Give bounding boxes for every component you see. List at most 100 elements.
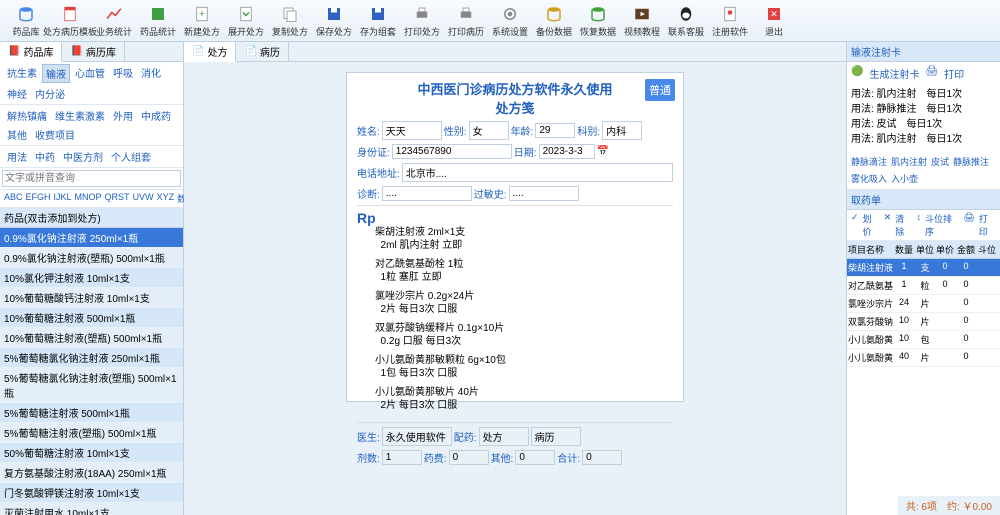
injection-type-link[interactable]: 雾化吸入 — [851, 172, 887, 185]
injection-type-link[interactable]: 入小壶 — [891, 172, 918, 185]
diag-field[interactable]: .... — [382, 186, 472, 201]
toolbar-save-button[interactable]: 保存处方 — [312, 2, 356, 39]
category-link[interactable]: 维生素激素 — [52, 107, 108, 124]
toolbar-doc-button[interactable]: 处方病历模板 — [48, 2, 92, 39]
left-tab[interactable]: 📕病历库 — [62, 42, 124, 61]
disp-field[interactable]: 处方 — [479, 427, 529, 446]
toolbar-qq-button[interactable]: 联系客服 — [664, 2, 708, 39]
category-link[interactable]: 解热镇痛 — [4, 107, 50, 124]
oth-field[interactable]: 0 — [515, 450, 555, 465]
table-col-header[interactable]: 金额 — [955, 241, 977, 258]
table-row[interactable]: 氯唑沙宗片24片0 — [847, 295, 1000, 313]
drug-list[interactable]: 0.9%氯化钠注射液 250ml×1瓶0.9%氯化钠注射液(塑瓶) 500ml×… — [0, 228, 183, 515]
disp-action[interactable]: 清除 — [895, 212, 912, 238]
rx-drug-item[interactable]: 对乙酰氨基酚栓 1粒 1粒 塞肛 立即 — [375, 258, 673, 284]
rx-type-badge[interactable]: 普通 — [645, 79, 675, 101]
alpha-filter[interactable]: XYZ — [157, 192, 175, 205]
category-link[interactable]: 个人组套 — [108, 148, 154, 165]
alpha-filter[interactable]: IJKL — [54, 192, 72, 205]
category-link[interactable]: 用法 — [4, 148, 30, 165]
drug-item[interactable]: 0.9%氯化钠注射液 250ml×1瓶 — [0, 228, 183, 248]
toolbar-video-button[interactable]: 视频教程 — [620, 2, 664, 39]
category-link[interactable]: 中成药 — [138, 107, 174, 124]
disp-action[interactable]: 斗位排序 — [925, 212, 959, 238]
left-tab[interactable]: 📕药品库 — [0, 42, 62, 62]
category-link[interactable]: 呼吸 — [110, 64, 136, 83]
injection-type-link[interactable]: 肌内注射 — [891, 155, 927, 168]
doctor-field[interactable]: 永久使用软件 — [382, 427, 452, 446]
rx-drug-item[interactable]: 小儿氨酚黄那敏片 40片 2片 每日3次 口服 — [375, 386, 673, 412]
drug-item[interactable]: 门冬氨酸钾镁注射液 10ml×1支 — [0, 483, 183, 503]
category-link[interactable]: 内分泌 — [32, 85, 68, 102]
name-field[interactable]: 天天 — [382, 121, 442, 140]
toolbar-reg-button[interactable]: 注册软件 — [708, 2, 752, 39]
age-field[interactable]: 29 — [535, 123, 575, 138]
toolbar-exit-button[interactable]: ✕ 退出 — [752, 2, 796, 39]
allergy-field[interactable]: .... — [509, 186, 579, 201]
print-card-link[interactable]: 打印 — [944, 66, 964, 81]
ji-field[interactable]: 1 — [382, 450, 422, 465]
injection-type-link[interactable]: 静脉推注 — [953, 155, 989, 168]
injection-type-link[interactable]: 静脉滴注 — [851, 155, 887, 168]
category-link[interactable]: 消化 — [138, 64, 164, 83]
table-row[interactable]: 小儿氨酚黄…40片0 — [847, 349, 1000, 367]
category-link[interactable]: 神经 — [4, 85, 30, 102]
toolbar-db-button[interactable]: 药品库 — [4, 2, 48, 39]
table-row[interactable]: 小儿氨酚黄…10包0 — [847, 331, 1000, 349]
center-tab[interactable]: 📄病历 — [236, 42, 288, 61]
drug-item[interactable]: 复方氨基酸注射液(18AA) 250ml×1瓶 — [0, 463, 183, 483]
calendar-icon[interactable]: 📅 — [597, 146, 609, 157]
disp-action[interactable]: 打印 — [979, 212, 996, 238]
drug-item[interactable]: 10%葡萄糖注射液 500ml×1瓶 — [0, 308, 183, 328]
injection-type-link[interactable]: 皮试 — [931, 155, 949, 168]
category-link[interactable]: 中医方剂 — [60, 148, 106, 165]
toolbar-print-button[interactable]: 打印处方 — [400, 2, 444, 39]
toolbar-printh-button[interactable]: 打印病历 — [444, 2, 488, 39]
drug-item[interactable]: 10%氯化钾注射液 10ml×1支 — [0, 268, 183, 288]
toolbar-backup-button[interactable]: 备份数据 — [532, 2, 576, 39]
sex-field[interactable]: 女 — [469, 121, 509, 140]
toolbar-new-button[interactable]: + 新建处方 — [180, 2, 224, 39]
toolbar-gear-button[interactable]: 系统设置 — [488, 2, 532, 39]
drug-item[interactable]: 5%葡萄糖氯化钠注射液 250ml×1瓶 — [0, 348, 183, 368]
center-tab[interactable]: 📄处方 — [184, 42, 236, 62]
tel-field[interactable]: 北京市.... — [402, 163, 673, 182]
disp-action[interactable]: 划价 — [863, 212, 880, 238]
drug-item[interactable]: 5%葡萄糖注射液(塑瓶) 500ml×1瓶 — [0, 423, 183, 443]
drug-item[interactable]: 0.9%氯化钠注射液(塑瓶) 500ml×1瓶 — [0, 248, 183, 268]
category-link[interactable]: 外用 — [110, 107, 136, 124]
toolbar-restore-button[interactable]: 恢复数据 — [576, 2, 620, 39]
drug-item[interactable]: 5%葡萄糖注射液 500ml×1瓶 — [0, 403, 183, 423]
rx-drug-item[interactable]: 小儿氨酚黄那敏颗粒 6g×10包 1包 每日3次 口服 — [375, 354, 673, 380]
category-link[interactable]: 抗生素 — [4, 64, 40, 83]
rx-drug-item[interactable]: 柴胡注射液 2ml×1支 2ml 肌内注射 立即 — [375, 226, 673, 252]
date-field[interactable]: 2023-3-3 — [539, 144, 595, 159]
alpha-filter[interactable]: ABC — [4, 192, 23, 205]
tot-field[interactable]: 0 — [582, 450, 622, 465]
toolbar-saveg-button[interactable]: 存为组套 — [356, 2, 400, 39]
table-col-header[interactable]: 单位 — [915, 241, 935, 258]
category-link[interactable]: 中药 — [32, 148, 58, 165]
drug-item[interactable]: 5%葡萄糖氯化钠注射液(塑瓶) 500ml×1瓶 — [0, 368, 183, 403]
rx-drug-item[interactable]: 氯唑沙宗片 0.2g×24片 2片 每日3次 口服 — [375, 290, 673, 316]
category-link[interactable]: 其他 — [4, 126, 30, 143]
alpha-filter[interactable]: QRST — [105, 192, 130, 205]
table-col-header[interactable]: 数量 — [893, 241, 915, 258]
drug-item[interactable]: 灭菌注射用水 10ml×1支 — [0, 503, 183, 515]
drug-search-input[interactable] — [2, 170, 181, 187]
drug-item[interactable]: 10%葡萄糖酸钙注射液 10ml×1支 — [0, 288, 183, 308]
alpha-filter[interactable]: EFGH — [26, 192, 51, 205]
alpha-filter[interactable]: UVW — [133, 192, 154, 205]
table-col-header[interactable]: 斗位 — [977, 241, 997, 258]
table-row[interactable]: 对乙酰氨基…1粒00 — [847, 277, 1000, 295]
hist-field[interactable]: 病历 — [531, 427, 581, 446]
category-link[interactable]: 收费项目 — [32, 126, 78, 143]
toolbar-open-button[interactable]: 展开处方 — [224, 2, 268, 39]
table-row[interactable]: 柴胡注射液1支00 — [847, 259, 1000, 277]
category-link[interactable]: 心血管 — [72, 64, 108, 83]
dept-field[interactable]: 内科 — [602, 121, 642, 140]
category-link[interactable]: 输液 — [42, 64, 70, 83]
table-col-header[interactable]: 单价 — [935, 241, 955, 258]
drug-item[interactable]: 50%葡萄糖注射液 10ml×1支 — [0, 443, 183, 463]
toolbar-copy-button[interactable]: 复制处方 — [268, 2, 312, 39]
